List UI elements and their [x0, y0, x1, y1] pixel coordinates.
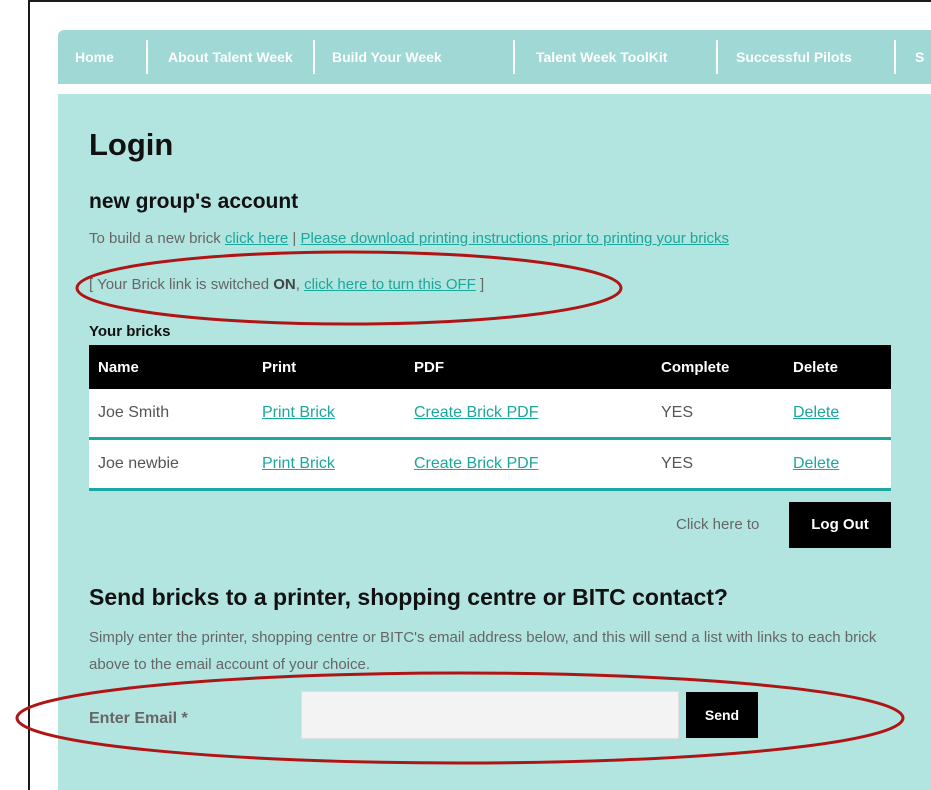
send-description: Simply enter the printer, shopping centr… — [89, 629, 877, 673]
email-label: Enter Email * — [89, 710, 188, 727]
nav-build-your-week[interactable]: Build Your Week — [332, 30, 442, 84]
intro-separator: | — [288, 230, 301, 247]
pdf-cell: Create Brick PDF — [405, 438, 652, 491]
toggle-brick-link[interactable]: click here to turn this OFF — [304, 276, 476, 293]
complete-status: YES — [652, 438, 784, 491]
nav-successful-pilots[interactable]: Successful Pilots — [736, 30, 852, 84]
nav-about-talent-week[interactable]: About Talent Week — [168, 30, 293, 84]
brick-link-status: [ Your Brick link is switched ON, click … — [89, 276, 484, 293]
page-title: Login — [89, 127, 174, 162]
pdf-cell: Create Brick PDF — [405, 389, 652, 440]
nav-divider — [513, 40, 515, 74]
complete-status: YES — [652, 389, 784, 440]
main-nav: Home About Talent Week Build Your Week T… — [58, 30, 931, 84]
delete-link[interactable]: Delete — [793, 455, 839, 472]
build-brick-link[interactable]: click here — [225, 230, 288, 247]
create-pdf-link[interactable]: Create Brick PDF — [414, 404, 538, 421]
nav-talent-week-toolkit[interactable]: Talent Week ToolKit — [536, 30, 667, 84]
column-header-complete: Complete — [652, 345, 784, 389]
column-header-pdf: PDF — [405, 345, 652, 389]
nav-divider — [894, 40, 896, 74]
column-header-delete: Delete — [784, 345, 891, 389]
send-section-heading: Send bricks to a printer, shopping centr… — [89, 584, 728, 610]
column-header-name: Name — [89, 345, 253, 389]
brick-name: Joe newbie — [89, 438, 253, 491]
status-comma: , — [295, 276, 305, 293]
bricks-table: Name Print PDF Complete Delete Joe Smith… — [89, 345, 891, 491]
delete-cell: Delete — [784, 389, 891, 440]
table-row: Joe newbie Print Brick Create Brick PDF … — [89, 438, 891, 491]
intro-prefix: To build a new brick — [89, 230, 225, 247]
intro-text: To build a new brick click here | Please… — [89, 230, 729, 247]
status-open: [ Your Brick link is switched — [89, 276, 274, 293]
send-button[interactable]: Send — [686, 692, 758, 738]
nav-divider — [146, 40, 148, 74]
logout-button[interactable]: Log Out — [789, 502, 891, 548]
create-pdf-link[interactable]: Create Brick PDF — [414, 455, 538, 472]
nav-divider — [313, 40, 315, 74]
logout-prompt: Click here to — [676, 516, 760, 533]
delete-cell: Delete — [784, 438, 891, 491]
table-header-row: Name Print PDF Complete Delete — [89, 345, 891, 389]
nav-home[interactable]: Home — [75, 30, 114, 84]
status-close: ] — [475, 276, 485, 293]
print-cell: Print Brick — [253, 389, 405, 440]
status-state: ON — [273, 276, 296, 293]
column-header-print: Print — [253, 345, 405, 389]
account-subtitle: new group's account — [89, 190, 299, 213]
print-brick-link[interactable]: Print Brick — [262, 455, 335, 472]
print-brick-link[interactable]: Print Brick — [262, 404, 335, 421]
bricks-label: Your bricks — [89, 323, 171, 340]
nav-item-truncated[interactable]: S — [915, 30, 924, 84]
delete-link[interactable]: Delete — [793, 404, 839, 421]
print-cell: Print Brick — [253, 438, 405, 491]
table-row: Joe Smith Print Brick Create Brick PDF Y… — [89, 389, 891, 440]
nav-divider — [716, 40, 718, 74]
email-input[interactable] — [301, 691, 679, 739]
brick-name: Joe Smith — [89, 389, 253, 440]
download-instructions-link[interactable]: Please download printing instructions pr… — [301, 230, 730, 247]
